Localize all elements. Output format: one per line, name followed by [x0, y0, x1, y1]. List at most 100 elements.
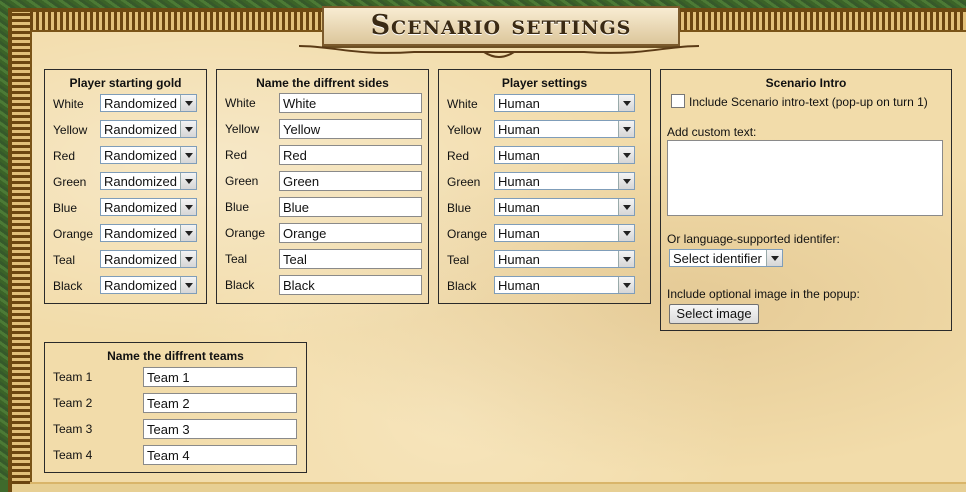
gold-row-black: Black Randomized [53, 276, 203, 298]
player-row-black: Black Human [447, 276, 647, 298]
player-label-black: Black [447, 279, 477, 293]
chevron-down-icon [180, 225, 196, 241]
side-name-input-red[interactable]: Red [279, 145, 422, 165]
player-select-red[interactable]: Human [494, 146, 635, 164]
player-value-yellow: Human [498, 122, 540, 137]
intro-text-checkbox[interactable] [671, 94, 685, 108]
side-label-green: Green [225, 174, 259, 188]
gold-select-green[interactable]: Randomized [100, 172, 197, 190]
chevron-down-icon [180, 95, 196, 111]
gold-select-orange[interactable]: Randomized [100, 224, 197, 242]
side-label-white: White [225, 96, 256, 110]
gold-value-teal: Randomized [104, 252, 177, 267]
side-name-input-blue[interactable]: Blue [279, 197, 422, 217]
team-name-input-2[interactable]: Team 2 [143, 393, 297, 413]
gold-value-black: Randomized [104, 278, 177, 293]
gold-label-blue: Blue [53, 201, 78, 215]
player-label-orange: Orange [447, 227, 488, 241]
player-value-teal: Human [498, 252, 540, 267]
gold-select-black[interactable]: Randomized [100, 276, 197, 294]
player-value-green: Human [498, 174, 540, 189]
player-label-white: White [447, 97, 478, 111]
side-label-red: Red [225, 148, 248, 162]
gold-row-red: Red Randomized [53, 146, 203, 168]
gold-value-yellow: Randomized [104, 122, 177, 137]
player-select-green[interactable]: Human [494, 172, 635, 190]
gold-select-teal[interactable]: Randomized [100, 250, 197, 268]
side-name-input-teal[interactable]: Teal [279, 249, 422, 269]
team-label-4: Team 4 [53, 448, 93, 462]
player-row-red: Red Human [447, 146, 647, 168]
gold-label-yellow: Yellow [53, 123, 88, 137]
side-row-blue: Blue Blue [225, 197, 425, 219]
player-label-yellow: Yellow [447, 123, 482, 137]
team-name-input-1[interactable]: Team 1 [143, 367, 297, 387]
side-row-green: Green Green [225, 171, 425, 193]
player-select-white[interactable]: Human [494, 94, 635, 112]
gold-row-teal: Teal Randomized [53, 250, 203, 272]
player-value-blue: Human [498, 200, 540, 215]
select-image-button[interactable]: Select image [669, 304, 759, 324]
side-row-white: White White [225, 93, 425, 115]
chevron-down-icon [180, 277, 196, 293]
gold-select-white[interactable]: Randomized [100, 94, 197, 112]
team-row-2: Team 2 Team 2 [53, 393, 303, 415]
gold-label-orange: Orange [53, 227, 94, 241]
player-row-white: White Human [447, 94, 647, 116]
chevron-down-icon [766, 250, 782, 266]
side-label-blue: Blue [225, 200, 250, 214]
scroll-ornament [294, 44, 704, 62]
gold-label-green: Green [53, 175, 87, 189]
side-name-input-yellow[interactable]: Yellow [279, 119, 422, 139]
title-plate: Scenario settings [322, 6, 680, 46]
chevron-down-icon [618, 173, 634, 189]
side-name-input-black[interactable]: Black [279, 275, 422, 295]
gold-value-green: Randomized [104, 174, 177, 189]
player-select-blue[interactable]: Human [494, 198, 635, 216]
chevron-down-icon [618, 199, 634, 215]
scenario-intro-title: Scenario Intro [765, 76, 847, 90]
side-label-teal: Teal [225, 252, 248, 266]
side-names-title: Name the diffrent sides [256, 76, 389, 90]
gold-select-red[interactable]: Randomized [100, 146, 197, 164]
team-name-input-4[interactable]: Team 4 [143, 445, 297, 465]
player-row-green: Green Human [447, 172, 647, 194]
side-name-input-green[interactable]: Green [279, 171, 422, 191]
chevron-down-icon [618, 225, 634, 241]
gold-row-yellow: Yellow Randomized [53, 120, 203, 142]
gold-label-red: Red [53, 149, 76, 163]
chevron-down-icon [618, 121, 634, 137]
side-name-input-white[interactable]: White [279, 93, 422, 113]
custom-text-label: Add custom text: [667, 125, 757, 139]
chevron-down-icon [618, 251, 634, 267]
player-select-yellow[interactable]: Human [494, 120, 635, 138]
identifier-select[interactable]: Select identifier [669, 249, 783, 267]
chevron-down-icon [180, 147, 196, 163]
player-value-black: Human [498, 278, 540, 293]
player-row-blue: Blue Human [447, 198, 647, 220]
player-select-orange[interactable]: Human [494, 224, 635, 242]
side-row-orange: Orange Orange [225, 223, 425, 245]
team-label-3: Team 3 [53, 422, 93, 436]
gold-select-blue[interactable]: Randomized [100, 198, 197, 216]
gold-label-white: White [53, 97, 84, 111]
gold-label-teal: Teal [53, 253, 76, 267]
identifier-label: Or language-supported identifer: [667, 232, 840, 246]
gold-value-orange: Randomized [104, 226, 177, 241]
team-row-1: Team 1 Team 1 [53, 367, 303, 389]
team-name-input-3[interactable]: Team 3 [143, 419, 297, 439]
player-select-black[interactable]: Human [494, 276, 635, 294]
chevron-down-icon [618, 147, 634, 163]
player-select-teal[interactable]: Human [494, 250, 635, 268]
player-label-teal: Teal [447, 253, 470, 267]
player-label-blue: Blue [447, 201, 472, 215]
scenario-intro-panel: Scenario Intro Include Scenario intro-te… [660, 69, 952, 331]
side-label-orange: Orange [225, 226, 266, 240]
side-name-input-orange[interactable]: Orange [279, 223, 422, 243]
gold-select-yellow[interactable]: Randomized [100, 120, 197, 138]
custom-text-area[interactable] [667, 140, 943, 216]
player-row-orange: Orange Human [447, 224, 647, 246]
player-value-orange: Human [498, 226, 540, 241]
gold-row-white: White Randomized [53, 94, 203, 116]
starting-gold-title: Player starting gold [69, 76, 182, 90]
